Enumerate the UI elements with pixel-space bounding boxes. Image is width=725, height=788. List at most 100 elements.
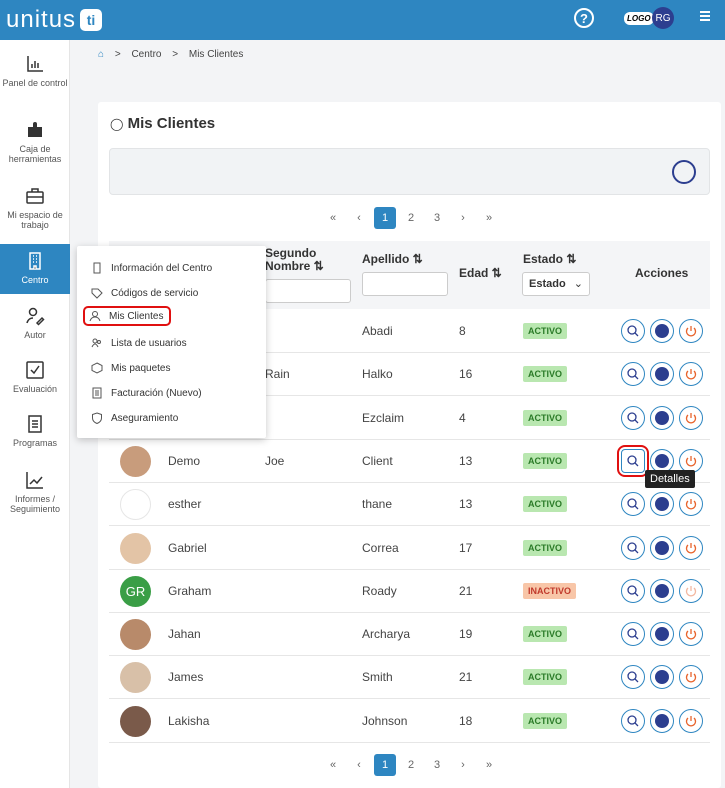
- details-button[interactable]: [621, 708, 645, 733]
- details-button[interactable]: [621, 492, 645, 517]
- deactivate-button[interactable]: [679, 622, 703, 647]
- notes-button[interactable]: [650, 578, 674, 603]
- notes-button[interactable]: [650, 622, 674, 647]
- deactivate-button[interactable]: [679, 405, 703, 430]
- deactivate-button[interactable]: [679, 665, 703, 690]
- table-row: GR Graham Roady 21 INACTIVO: [109, 569, 710, 613]
- deactivate-button[interactable]: [679, 578, 703, 603]
- deactivate-button[interactable]: [679, 492, 703, 517]
- details-button[interactable]: [621, 405, 645, 430]
- notes-button[interactable]: [650, 535, 674, 560]
- header-last-name[interactable]: Apellido ⇅: [362, 253, 423, 266]
- prev-page-button[interactable]: ‹: [348, 759, 370, 771]
- details-button[interactable]: [621, 622, 645, 647]
- menu-item-label: Códigos de servicio: [111, 287, 199, 299]
- avatar[interactable]: [120, 445, 151, 477]
- sidebar-item-author[interactable]: Autor: [0, 306, 70, 340]
- menu-item-my-clients[interactable]: Mis Clientes: [83, 306, 172, 326]
- page-title: ◯ Mis Clientes: [110, 115, 215, 132]
- sidebar-item-evaluation[interactable]: Evaluación: [0, 360, 70, 394]
- next-page-button[interactable]: ›: [452, 759, 474, 771]
- notes-button[interactable]: [650, 492, 674, 517]
- menu-item-billing[interactable]: Facturación (Nuevo): [91, 387, 202, 399]
- first-page-button[interactable]: «: [322, 212, 344, 224]
- menu-item-center-info[interactable]: Información del Centro: [91, 262, 212, 274]
- status-filter-select[interactable]: Estado ⌄: [522, 272, 590, 296]
- power-icon: [685, 455, 697, 467]
- sidebar-item-label: Mi espacio de trabajo: [7, 210, 63, 230]
- sidebar-item-workspace[interactable]: Mi espacio de trabajo: [0, 186, 70, 230]
- page-1-button[interactable]: 1: [374, 754, 396, 776]
- avatar[interactable]: [120, 662, 151, 694]
- power-icon: [685, 629, 697, 640]
- sidebar-item-centro[interactable]: Centro: [0, 244, 70, 294]
- age-cell: 18: [459, 713, 473, 728]
- middle-name-filter-input[interactable]: [265, 279, 351, 303]
- org-logo[interactable]: LOGO: [624, 12, 654, 25]
- status-badge: ACTIVO: [523, 626, 568, 643]
- page-2-button[interactable]: 2: [400, 759, 422, 771]
- deactivate-button[interactable]: [679, 362, 703, 387]
- last-name-cell: thane: [362, 497, 393, 512]
- sidebar: Panel de control Caja de herramientas Mi…: [0, 40, 70, 788]
- details-button[interactable]: [621, 319, 645, 343]
- details-button[interactable]: [621, 578, 645, 603]
- notes-button[interactable]: [650, 319, 674, 343]
- menu-item-insurance[interactable]: Aseguramiento: [91, 412, 178, 424]
- export-button[interactable]: [672, 160, 696, 184]
- details-button[interactable]: [617, 444, 649, 477]
- last-page-button[interactable]: »: [478, 212, 500, 224]
- avatar[interactable]: GR: [120, 575, 151, 607]
- page-1-button[interactable]: 1: [374, 207, 396, 229]
- top-bar: unitus ti ? LOGO RG: [0, 0, 725, 40]
- prev-page-button[interactable]: ‹: [348, 212, 370, 224]
- invoice-icon: [92, 387, 102, 399]
- search-icon: [627, 671, 639, 683]
- age-cell: 13: [459, 453, 473, 468]
- header-middle-name[interactable]: Segundo Nombre ⇅: [265, 247, 345, 273]
- header-status[interactable]: Estado ⇅: [523, 253, 576, 266]
- notes-button[interactable]: [650, 362, 674, 387]
- last-page-button[interactable]: »: [478, 759, 500, 771]
- header-age[interactable]: Edad ⇅: [459, 267, 502, 280]
- menu-item-user-list[interactable]: Lista de usuarios: [91, 337, 187, 349]
- sidebar-item-label: Evaluación: [12, 384, 58, 394]
- avatar[interactable]: [120, 532, 151, 564]
- next-page-button[interactable]: ›: [452, 212, 474, 224]
- avatar[interactable]: [120, 705, 151, 737]
- menu-item-packages[interactable]: Mis paquetes: [91, 362, 170, 374]
- sidebar-item-programs[interactable]: Programas: [0, 414, 70, 448]
- notes-button[interactable]: [650, 405, 674, 430]
- notes-button[interactable]: [650, 708, 674, 733]
- avatar[interactable]: [120, 619, 151, 651]
- avatar[interactable]: [120, 489, 151, 521]
- first-page-button[interactable]: «: [322, 759, 344, 771]
- deactivate-button[interactable]: [679, 319, 703, 343]
- help-icon[interactable]: ?: [574, 8, 594, 28]
- page-3-button[interactable]: 3: [426, 759, 448, 771]
- menu-icon[interactable]: [700, 11, 710, 23]
- user-avatar[interactable]: RG: [652, 7, 674, 29]
- page-3-button[interactable]: 3: [426, 212, 448, 224]
- menu-item-label: Mis Clientes: [109, 310, 164, 322]
- home-icon[interactable]: ⌂: [98, 49, 104, 60]
- status-badge: ACTIVO: [523, 669, 568, 686]
- sidebar-item-panel[interactable]: Panel de control: [0, 54, 70, 88]
- page-2-button[interactable]: 2: [400, 212, 422, 224]
- details-button[interactable]: [621, 362, 645, 387]
- details-button[interactable]: [621, 665, 645, 690]
- breadcrumb-centro[interactable]: Centro: [131, 49, 161, 60]
- sidebar-item-reports[interactable]: Informes / Seguimiento: [0, 470, 70, 514]
- status-badge: INACTIVO: [523, 582, 577, 599]
- deactivate-button[interactable]: [679, 535, 703, 560]
- deactivate-button[interactable]: [679, 708, 703, 733]
- table-row: Lakisha Johnson 18 ACTIVO: [109, 699, 710, 743]
- brand-logo[interactable]: unitus ti: [6, 6, 103, 34]
- notebook-icon: [655, 367, 669, 382]
- last-name-filter-input[interactable]: [362, 272, 448, 296]
- notes-button[interactable]: [650, 665, 674, 690]
- details-button[interactable]: [621, 535, 645, 560]
- menu-item-service-codes[interactable]: Códigos de servicio: [91, 287, 198, 299]
- age-cell: 21: [459, 670, 473, 685]
- sidebar-item-toolbox[interactable]: Caja de herramientas: [0, 120, 70, 164]
